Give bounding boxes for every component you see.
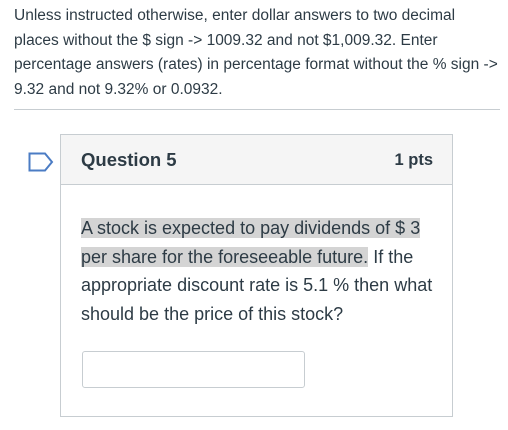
question-header: Question 5 1 pts [61,135,452,185]
question-title: Question 5 [81,149,177,170]
instructions-text: Unless instructed otherwise, enter dolla… [14,7,498,98]
flag-question-icon[interactable] [28,152,54,172]
question-card: Question 5 1 pts A stock is expected to … [60,134,453,417]
question-text: A stock is expected to pay dividends of … [81,214,441,328]
divider [14,109,500,110]
question-points: 1 pts [394,151,433,169]
answer-input[interactable] [82,351,305,388]
